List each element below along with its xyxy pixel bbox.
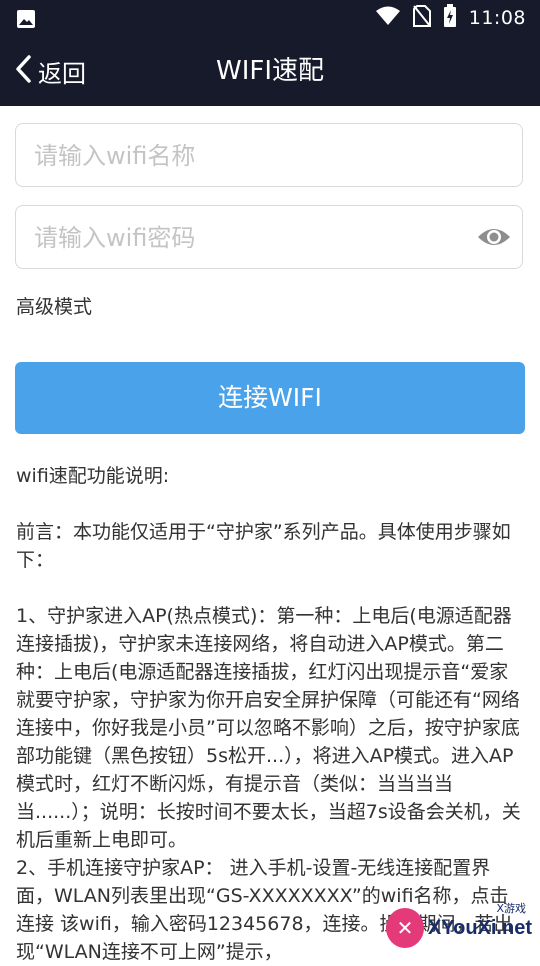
connect-wifi-button[interactable]: 连接WIFI xyxy=(15,362,525,434)
status-bar: 11:08 xyxy=(0,0,540,36)
back-label: 返回 xyxy=(38,59,86,88)
eye-icon[interactable] xyxy=(476,222,512,256)
gamepad-icon: ✕ xyxy=(386,908,424,948)
image-icon xyxy=(16,9,36,33)
watermark-text: XYouXi.net xyxy=(427,916,532,939)
advanced-mode-link[interactable]: 高级模式 xyxy=(16,292,92,319)
instructions-step-1: 1、守护家进入AP(热点模式)：第一种：上电后(电源适配器连接插拔)，守护家未连… xyxy=(16,605,521,851)
no-sim-icon xyxy=(412,5,431,31)
back-button[interactable]: 返回 xyxy=(14,36,86,106)
instructions-heading: wifi速配功能说明: xyxy=(16,465,170,487)
wifi-icon xyxy=(375,6,401,30)
ssid-input[interactable] xyxy=(32,124,476,188)
ssid-field xyxy=(15,123,523,188)
status-time: 11:08 xyxy=(468,7,526,29)
instructions: wifi速配功能说明: 前言：本功能仅适用于“守护家”系列产品。具体使用步骤如下… xyxy=(16,462,524,966)
chevron-left-icon xyxy=(14,54,32,88)
instructions-intro: 前言：本功能仅适用于“守护家”系列产品。具体使用步骤如下： xyxy=(16,521,511,571)
password-field xyxy=(15,205,523,270)
nav-bar: 返回 WIFI速配 xyxy=(0,36,540,106)
watermark-small: X游戏 xyxy=(496,902,526,915)
battery-charging-icon xyxy=(443,4,457,32)
watermark: X游戏 ✕ XYouXi.net xyxy=(386,902,532,950)
password-input[interactable] xyxy=(32,206,476,270)
